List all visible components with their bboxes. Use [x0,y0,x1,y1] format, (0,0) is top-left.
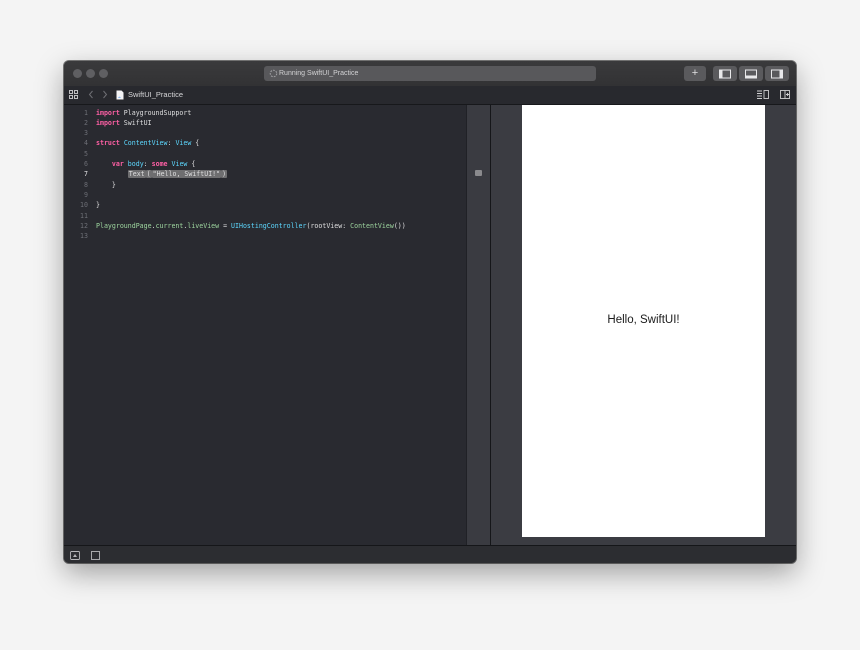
inspector-toggle-icon [771,69,783,78]
line-number: 1 [84,108,88,117]
code-line[interactable]: 6 var body: some View { [64,159,464,169]
code-token: ) [221,170,228,179]
line-number: 3 [84,129,88,138]
code-token: SwiftUI [119,118,152,127]
code-text: Text("Hello, SwiftUI!") [96,169,228,179]
code-line[interactable]: 1 import PlaygroundSupport [64,108,464,118]
line-number: 12 [80,221,88,230]
forward-chevron-icon[interactable] [102,90,108,99]
code-line[interactable]: 8 } [64,180,464,190]
code-token: PlaygroundPage [96,221,152,230]
plus-icon: + [691,67,699,79]
line-number: 5 [84,149,88,158]
debug-bar [64,545,796,563]
code-token: ContentView [350,221,394,230]
jump-bar: SwiftUI_Practice [64,86,796,105]
live-view-canvas[interactable]: Hello, SwiftUI! [522,105,765,537]
code-line[interactable]: 11 [64,211,464,221]
add-library-button[interactable]: + [684,66,706,81]
code-token: ( [145,170,152,179]
code-line[interactable]: 12 PlaygroundPage.current.liveView = UIHo… [64,221,464,231]
inspector-toggle-button[interactable] [765,66,789,81]
adjust-editor-icon[interactable] [757,90,769,99]
debug-area-toggle-icon [745,69,757,78]
code-editor[interactable]: 1 import PlaygroundSupport 2 import SwiftUI… [64,105,466,545]
code-token: some [151,160,168,168]
code-token: UIHostingController [231,221,307,230]
navigator-toggle-icon [719,69,731,78]
code-text: } [96,180,116,190]
line-number: 10 [80,201,88,210]
spinner-icon [269,69,278,78]
code-line[interactable]: 13 [64,231,464,241]
code-token: (rootView: [306,221,351,230]
live-view-pane: Hello, SwiftUI! [491,105,796,545]
code-text: } [96,200,100,210]
result-quick-look-icon[interactable] [475,170,482,176]
live-view-hello-text: Hello, SwiftUI! [607,314,680,326]
code-line[interactable]: 7 Text("Hello, SwiftUI!") [64,169,464,179]
title-bar: Running SwiftUI_Practice + [64,61,796,87]
file-name-breadcrumb[interactable]: SwiftUI_Practice [128,86,183,104]
line-number: 2 [84,118,88,127]
code-token: liveView [187,221,220,230]
line-number: 9 [84,190,88,199]
status-text: Running SwiftUI_Practice [279,70,359,77]
code-line[interactable]: 10} [64,200,464,210]
minimize-window-button[interactable] [86,69,95,78]
code-token: { [187,160,196,168]
code-token: current [155,221,184,230]
code-token: = [219,221,232,230]
debug-area-toggle-button[interactable] [739,66,763,81]
code-text: struct ContentView: View { [96,138,199,148]
code-token: ContentView [123,139,168,148]
code-line[interactable]: 9 [64,190,464,200]
results-sidebar [466,105,491,545]
code-text: var body: some View { [96,159,195,169]
code-token: var [111,160,124,168]
swift-file-icon [116,90,124,100]
code-token: "Hello, SwiftUI!" [151,170,222,179]
add-editor-icon[interactable] [780,90,790,99]
code-token: { [191,139,200,148]
activity-status-bar: Running SwiftUI_Practice [264,66,596,81]
code-line[interactable]: 5 [64,149,464,159]
code-token: } [96,180,116,189]
line-number: 6 [84,160,88,168]
code-token: : [143,160,152,168]
code-line[interactable]: 3 [64,128,464,138]
stop-icon[interactable] [91,551,100,560]
code-line[interactable]: 4 struct ContentView: View { [64,138,464,148]
code-text: PlaygroundPage.current.liveView = UIHost… [96,221,406,231]
code-token: body [123,160,144,168]
line-number: 4 [84,139,88,148]
code-token: import [96,108,120,117]
line-number: 11 [80,211,88,220]
run-icon[interactable] [70,551,80,560]
grid-icon[interactable] [69,90,78,99]
code-text: import PlaygroundSupport [96,108,191,118]
code-token: Text [127,170,146,179]
xcode-window: Running SwiftUI_Practice + SwiftUI_Pract… [64,61,796,563]
code-token: struct [96,139,120,148]
code-token: PlaygroundSupport [119,108,192,117]
line-number: 8 [84,180,88,189]
line-number: 7 [84,170,88,179]
code-token: View [171,160,188,168]
back-chevron-icon[interactable] [88,90,94,99]
line-number: 13 [80,232,88,241]
code-token: import [96,118,120,127]
navigator-toggle-button[interactable] [713,66,737,81]
code-token: View [175,139,192,148]
code-token: ()) [393,221,406,230]
code-token: } [96,201,100,210]
code-text: import SwiftUI [96,118,152,128]
code-line[interactable]: 2 import SwiftUI [64,118,464,128]
close-window-button[interactable] [73,69,82,78]
zoom-window-button[interactable] [99,69,108,78]
